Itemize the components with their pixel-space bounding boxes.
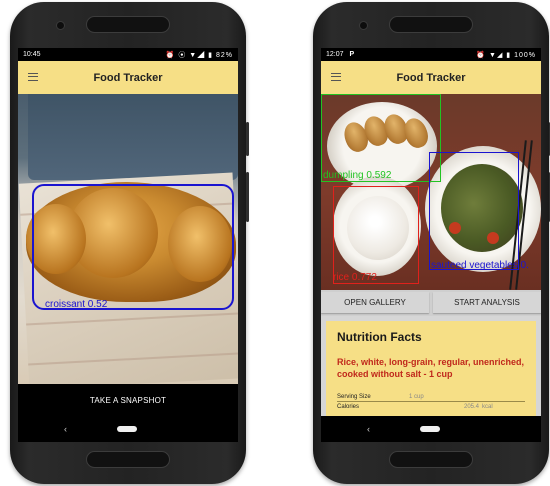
back-icon[interactable]: ‹ [64,424,67,434]
front-camera [56,21,65,30]
camera-preview: croissant 0.52 [18,94,238,384]
app-bar: Food Tracker [321,61,541,94]
status-time-group: 12:07 P [326,51,354,58]
detection-box-sauteed-vegetables [429,152,519,270]
status-icons: ⏰ ▼◢ ▮ 100% [476,51,536,59]
detection-box-croissant [32,184,234,310]
power-button [246,122,249,156]
home-icon[interactable] [420,426,440,432]
detection-label-dumpling: dumpling 0.592 [323,170,392,181]
home-icon[interactable] [117,426,137,432]
nutrition-facts-title: Nutrition Facts [337,330,422,344]
nutrition-row-label: Calories [337,403,360,410]
detection-label-rice: rice 0.772 [333,272,377,283]
nutrition-table: Serving Size 1 cup Calories 205.4 kcal [337,392,525,411]
nutrition-row-value: 205.4 [464,403,480,410]
phone-right: 12:07 P ⏰ ▼◢ ▮ 100% Food Tracker dumplin… [313,2,550,484]
bottom-speaker [389,451,473,468]
nutrition-row-label: Serving Size [337,393,371,400]
nutrition-row-value: 1 cup [409,393,424,400]
screen: 10:45 ⏰ ⦿ ▼◢ ▮ 82% Food Tracker croissan… [18,48,238,442]
app-title: Food Tracker [93,71,163,84]
status-icons: ⏰ ⦿ ▼◢ ▮ 82% [165,51,233,59]
bottom-speaker [86,451,170,468]
results-panel: Nutrition Facts Rice, white, long-grain,… [321,316,541,421]
open-gallery-button[interactable]: OPEN GALLERY [321,292,429,313]
app-title: Food Tracker [396,71,466,84]
nutrition-card: Nutrition Facts Rice, white, long-grain,… [326,321,536,421]
food-name: Rice, white, long-grain, regular, unenri… [337,357,525,379]
status-bar: 12:07 P ⏰ ▼◢ ▮ 100% [321,48,541,61]
detection-label-sauteed-vegetables: sauteed vegetables 0. [431,260,529,271]
nutrition-row: Calories 205.4 kcal [337,402,525,411]
nutrition-row-unit: kcal [482,403,493,410]
menu-icon[interactable] [331,73,341,81]
front-camera [359,21,368,30]
app-bar: Food Tracker [18,61,238,94]
back-icon[interactable]: ‹ [367,424,370,434]
top-speaker [86,16,170,33]
laptop-background [28,94,238,180]
navigation-bar: ‹ [18,416,238,442]
screen: 12:07 P ⏰ ▼◢ ▮ 100% Food Tracker dumplin… [321,48,541,442]
menu-icon[interactable] [28,73,38,81]
top-speaker [389,16,473,33]
parking-icon: P [349,51,355,58]
volume-button [246,172,249,222]
status-time: 10:45 [23,51,41,58]
analyzed-photo: dumpling 0.592 rice 0.772 sauteed vegeta… [321,94,541,290]
detection-label-croissant: croissant 0.52 [45,299,108,310]
take-snapshot-button[interactable]: TAKE A SNAPSHOT [18,384,238,416]
action-buttons: OPEN GALLERY START ANALYSIS [321,290,541,316]
start-analysis-button[interactable]: START ANALYSIS [433,292,541,313]
phone-left: 10:45 ⏰ ⦿ ▼◢ ▮ 82% Food Tracker croissan… [10,2,249,484]
status-bar: 10:45 ⏰ ⦿ ▼◢ ▮ 82% [18,48,238,61]
status-time: 12:07 [326,51,344,58]
nutrition-row: Serving Size 1 cup [337,392,525,401]
navigation-bar: ‹ [321,416,541,442]
detection-box-dumpling [321,94,441,182]
detection-box-rice [333,186,419,284]
